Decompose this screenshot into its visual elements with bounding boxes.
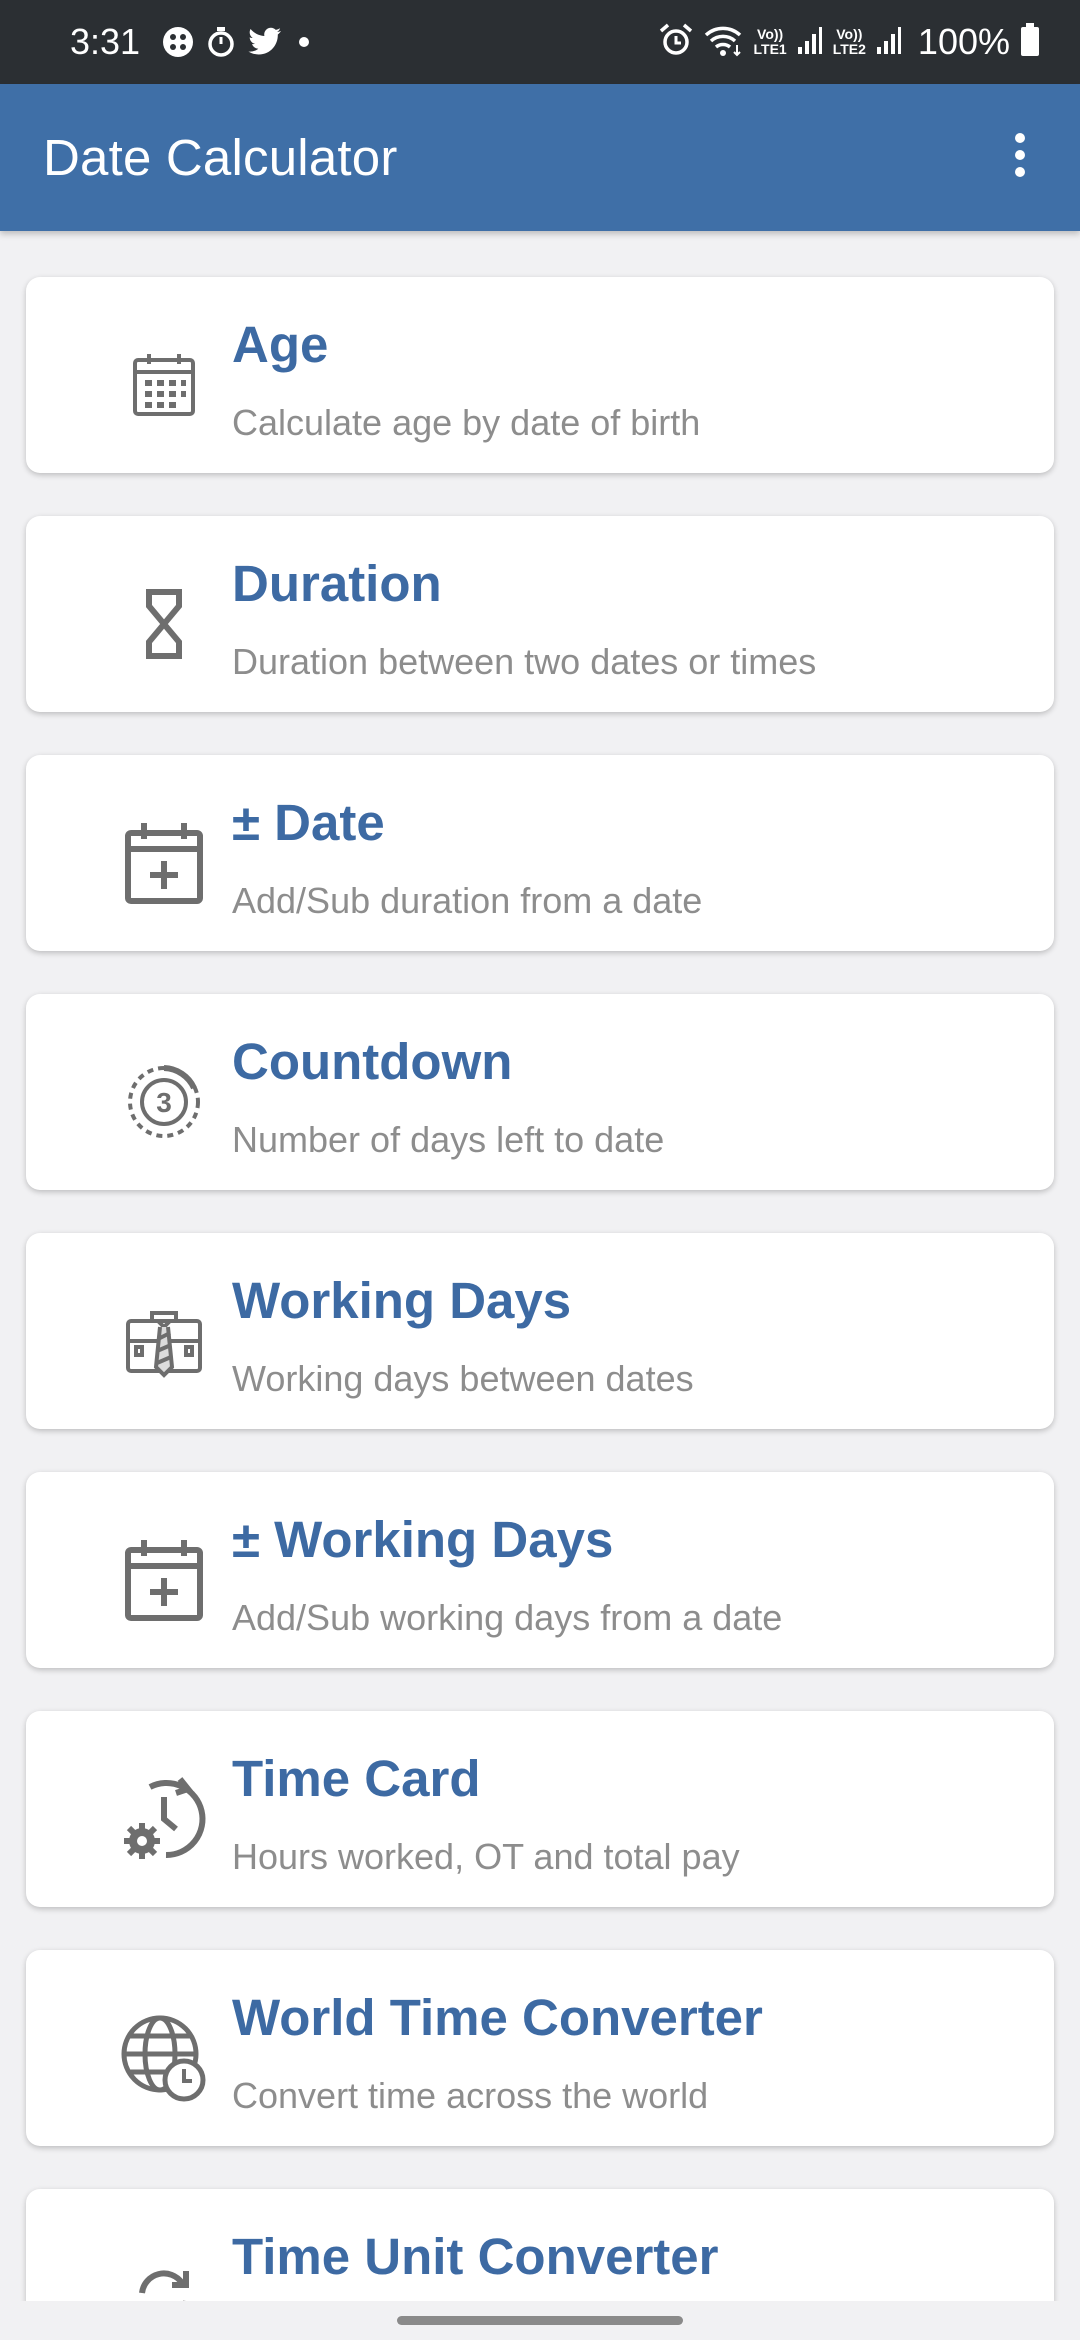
calendar-plus-icon <box>114 813 214 913</box>
sim1-label: Vo)) LTE1 <box>753 26 787 57</box>
app-bar: Date Calculator <box>0 84 1080 231</box>
tools-list: Age Calculate age by date of birth Durat… <box>0 231 1080 2301</box>
svg-text:3: 3 <box>156 1087 172 1118</box>
item-title: ± Working Days <box>232 1511 614 1568</box>
item-subtitle: Number of days left to date <box>232 1119 665 1160</box>
status-time: 3:31 <box>70 21 141 62</box>
clock-gear-icon <box>114 1769 214 1869</box>
overflow-menu-button[interactable] <box>990 113 1050 203</box>
dot-icon <box>294 32 314 52</box>
list-item-countdown[interactable]: 3 Countdown Number of days left to date <box>26 994 1054 1190</box>
battery-percent: 100% <box>917 21 1010 62</box>
sync-icon <box>114 2247 214 2301</box>
calendar-grid-icon <box>114 335 214 435</box>
item-subtitle: Add/Sub duration from a date <box>232 880 703 921</box>
signal-1-icon <box>797 25 823 60</box>
item-subtitle: Add/Sub working days from a date <box>232 1597 783 1638</box>
hourglass-icon <box>114 574 214 674</box>
wifi-icon <box>704 23 744 62</box>
item-title: Time Unit Converter <box>232 2228 719 2285</box>
item-title: World Time Converter <box>232 1989 763 2046</box>
status-bar: 3:31 Vo)) LTE1 Vo)) LTE2 100% <box>0 0 1080 84</box>
item-subtitle: Hours worked, OT and total pay <box>232 1836 740 1877</box>
notification-icons <box>162 26 314 58</box>
item-subtitle: Working days between dates <box>232 1358 694 1399</box>
item-subtitle: Convert time across the world <box>232 2075 709 2116</box>
countdown-icon: 3 <box>114 1052 214 1152</box>
signal-2-icon <box>876 25 902 60</box>
app-title: Date Calculator <box>43 129 398 186</box>
battery-icon <box>1020 22 1040 62</box>
list-item-add-sub-working-days[interactable]: ± Working Days Add/Sub working days from… <box>26 1472 1054 1668</box>
twitter-icon <box>248 27 282 57</box>
dots-icon <box>162 26 194 58</box>
list-item-working-days[interactable]: Working Days Working days between dates <box>26 1233 1054 1429</box>
item-subtitle: Duration between two dates or times <box>232 641 817 682</box>
list-item-time-card[interactable]: Time Card Hours worked, OT and total pay <box>26 1711 1054 1907</box>
stopwatch-icon <box>206 26 236 58</box>
list-item-duration[interactable]: Duration Duration between two dates or t… <box>26 516 1054 712</box>
item-title: ± Date <box>232 794 385 851</box>
item-subtitle: Calculate age by date of birth <box>232 402 701 443</box>
item-title: Age <box>232 316 329 373</box>
gesture-nav-handle[interactable] <box>397 2316 683 2325</box>
system-status-icons: Vo)) LTE1 Vo)) LTE2 100% <box>658 21 1040 63</box>
list-item-age[interactable]: Age Calculate age by date of birth <box>26 277 1054 473</box>
globe-clock-icon <box>114 2008 214 2108</box>
alarm-icon <box>658 22 694 63</box>
list-item-world-time-converter[interactable]: World Time Converter Convert time across… <box>26 1950 1054 2146</box>
item-title: Countdown <box>232 1033 513 1090</box>
list-item-add-sub-date[interactable]: ± Date Add/Sub duration from a date <box>26 755 1054 951</box>
more-vert-icon <box>1013 132 1027 183</box>
calendar-plus-icon <box>114 1530 214 1630</box>
briefcase-icon <box>114 1291 214 1391</box>
item-title: Time Card <box>232 1750 481 1807</box>
sim2-label: Vo)) LTE2 <box>832 26 866 57</box>
list-item-time-unit-converter[interactable]: Time Unit Converter <box>26 2189 1054 2301</box>
item-title: Working Days <box>232 1272 572 1329</box>
item-title: Duration <box>232 555 442 612</box>
